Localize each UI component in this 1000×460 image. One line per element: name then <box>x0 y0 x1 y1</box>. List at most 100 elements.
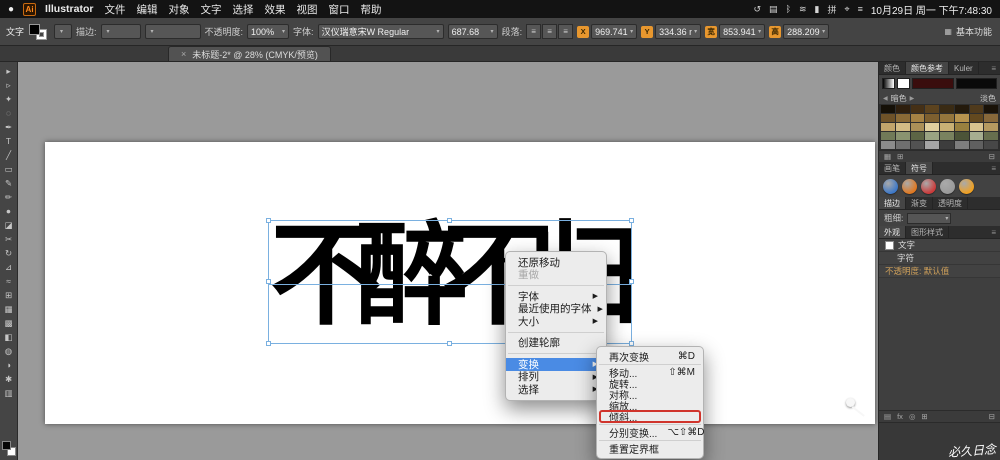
selection-handle-s[interactable] <box>447 341 452 346</box>
color-swatch[interactable] <box>910 123 925 131</box>
eyedropper-tool[interactable]: ◍ <box>1 344 17 358</box>
fill-stroke-widget[interactable] <box>28 23 50 41</box>
color-swatch[interactable] <box>910 105 925 113</box>
menubar-item-3[interactable]: 编辑 <box>136 2 157 17</box>
menu-item-创建轮廓[interactable]: 创建轮廓 <box>506 337 606 349</box>
mesh-tool[interactable]: ▩ <box>1 316 17 330</box>
symbol-blue-orb[interactable] <box>883 178 898 194</box>
color-swatch[interactable] <box>984 141 998 149</box>
blob-brush-tool[interactable]: ● <box>1 204 17 218</box>
white-swatch[interactable] <box>897 78 910 89</box>
canvas-area[interactable]: 不醉不归 <box>18 62 878 460</box>
bluetooth-icon[interactable]: ᛒ <box>786 4 791 14</box>
panel-menu-icon[interactable]: ≡ <box>987 162 1000 174</box>
color-swatch[interactable] <box>895 105 910 113</box>
selection-handle-n[interactable] <box>447 218 452 223</box>
panel-menu-icon[interactable]: ≡ <box>987 226 1000 238</box>
menubar-item-2[interactable]: 文件 <box>104 2 125 17</box>
appearance-row[interactable]: 字符 <box>879 252 1000 265</box>
color-swatch[interactable] <box>895 114 910 122</box>
add-effect-icon[interactable]: fx <box>897 412 903 421</box>
color-swatch[interactable] <box>954 114 969 122</box>
color-swatch[interactable] <box>954 132 969 140</box>
workspace-switcher[interactable]: ▦ 基本功能 <box>944 25 994 38</box>
selection-handle-sw[interactable] <box>266 341 271 346</box>
color-swatch[interactable] <box>925 141 939 149</box>
gradient-swatch[interactable] <box>882 78 895 89</box>
save-color-group-icon[interactable]: ⊞ <box>897 152 903 161</box>
type-tool[interactable]: T <box>1 134 17 148</box>
backup-status-icon[interactable]: ↺ <box>754 4 762 15</box>
tab-stroke[interactable]: 描边 <box>879 197 906 209</box>
color-swatch[interactable] <box>940 105 954 113</box>
toolbar-fill-swatch[interactable] <box>1 441 11 450</box>
symbol-gear[interactable] <box>940 178 955 194</box>
perspective-grid-tool[interactable]: ▦ <box>1 302 17 316</box>
shade-strip-swatch[interactable] <box>912 78 954 89</box>
color-swatch[interactable] <box>984 105 998 113</box>
blend-tool[interactable]: ◑ <box>1 358 17 372</box>
eraser-tool[interactable]: ◪ <box>1 218 17 232</box>
align-center-icon[interactable]: ≡ <box>542 24 558 39</box>
black-strip-swatch[interactable] <box>955 78 997 89</box>
color-swatch[interactable] <box>969 141 984 149</box>
tab-symbols[interactable]: 符号 <box>906 162 933 174</box>
selection-handle-e[interactable] <box>629 279 634 284</box>
document-tab[interactable]: × 未标题-2* @ 28% (CMYK/预览) <box>168 46 331 61</box>
color-swatch[interactable] <box>895 123 910 131</box>
display-icon[interactable]: ▤ <box>769 4 778 15</box>
color-swatch[interactable] <box>969 123 984 131</box>
width-input[interactable]: 853.941 ▾ <box>719 24 766 39</box>
menubar-item-6[interactable]: 选择 <box>232 2 253 17</box>
color-swatch[interactable] <box>940 123 954 131</box>
color-swatch[interactable] <box>940 114 954 122</box>
x-input[interactable]: 969.741 ▾ <box>591 24 638 39</box>
menubar-item-10[interactable]: 帮助 <box>360 2 381 17</box>
tab-brushes[interactable]: 画笔 <box>879 162 906 174</box>
color-swatch[interactable] <box>881 105 895 113</box>
color-swatch[interactable] <box>910 114 925 122</box>
appearance-row[interactable]: 文字 <box>879 239 1000 252</box>
toolbar-fill-stroke-widget[interactable] <box>1 441 16 456</box>
scissors-tool[interactable]: ✂ <box>1 232 17 246</box>
column-graph-tool[interactable]: ▥ <box>1 386 17 400</box>
gradient-tool[interactable]: ◧ <box>1 330 17 344</box>
color-swatch[interactable] <box>925 132 939 140</box>
opacity-dropdown[interactable]: 100% ▾ <box>247 24 290 39</box>
color-swatch[interactable] <box>984 114 998 122</box>
menubar-item-5[interactable]: 文字 <box>200 2 221 17</box>
symbol-orange-orb[interactable] <box>902 178 917 194</box>
magic-wand-tool[interactable]: ✦ <box>1 92 17 106</box>
color-swatch[interactable] <box>925 105 939 113</box>
menubar-item-7[interactable]: 效果 <box>264 2 285 17</box>
prev-variation-icon[interactable]: ◀ <box>883 95 888 102</box>
input-method-icon[interactable]: 拼 <box>827 3 836 16</box>
align-right-icon[interactable]: ≡ <box>558 24 574 39</box>
apple-menu-icon[interactable]: ● <box>8 4 14 15</box>
stroke-weight-dropdown[interactable]: ▾ <box>100 24 141 39</box>
tab-color[interactable]: 颜色 <box>879 62 906 74</box>
direct-selection-tool[interactable]: ▹ <box>1 78 17 92</box>
color-swatch[interactable] <box>954 123 969 131</box>
width-tool[interactable]: ≈ <box>1 274 17 288</box>
menubar-item-1[interactable]: Illustrator <box>45 3 93 15</box>
color-swatch[interactable] <box>984 123 998 131</box>
tab-kuler[interactable]: Kuler <box>949 62 979 74</box>
rectangle-tool[interactable]: ▭ <box>1 162 17 176</box>
selection-handle-nw[interactable] <box>266 218 271 223</box>
tab-gradient[interactable]: 渐变 <box>906 197 933 209</box>
trash-icon[interactable]: ⊟ <box>989 152 995 161</box>
selection-handle-w[interactable] <box>266 279 271 284</box>
symbol-sun[interactable] <box>959 178 974 194</box>
free-transform-tool[interactable]: ⊞ <box>1 288 17 302</box>
clear-appearance-icon[interactable]: ◎ <box>909 412 916 421</box>
battery-icon[interactable]: ▮ <box>815 4 820 15</box>
color-swatch[interactable] <box>925 114 939 122</box>
color-swatch[interactable] <box>881 141 895 149</box>
color-swatch[interactable] <box>969 132 984 140</box>
lasso-tool[interactable]: ◌ <box>1 106 17 120</box>
symbol-red-flower[interactable] <box>921 178 936 194</box>
brush-definition-dropdown[interactable]: ▾ <box>144 24 201 39</box>
menubar-item-8[interactable]: 视图 <box>296 2 317 17</box>
menubar-item-9[interactable]: 窗口 <box>328 2 349 17</box>
